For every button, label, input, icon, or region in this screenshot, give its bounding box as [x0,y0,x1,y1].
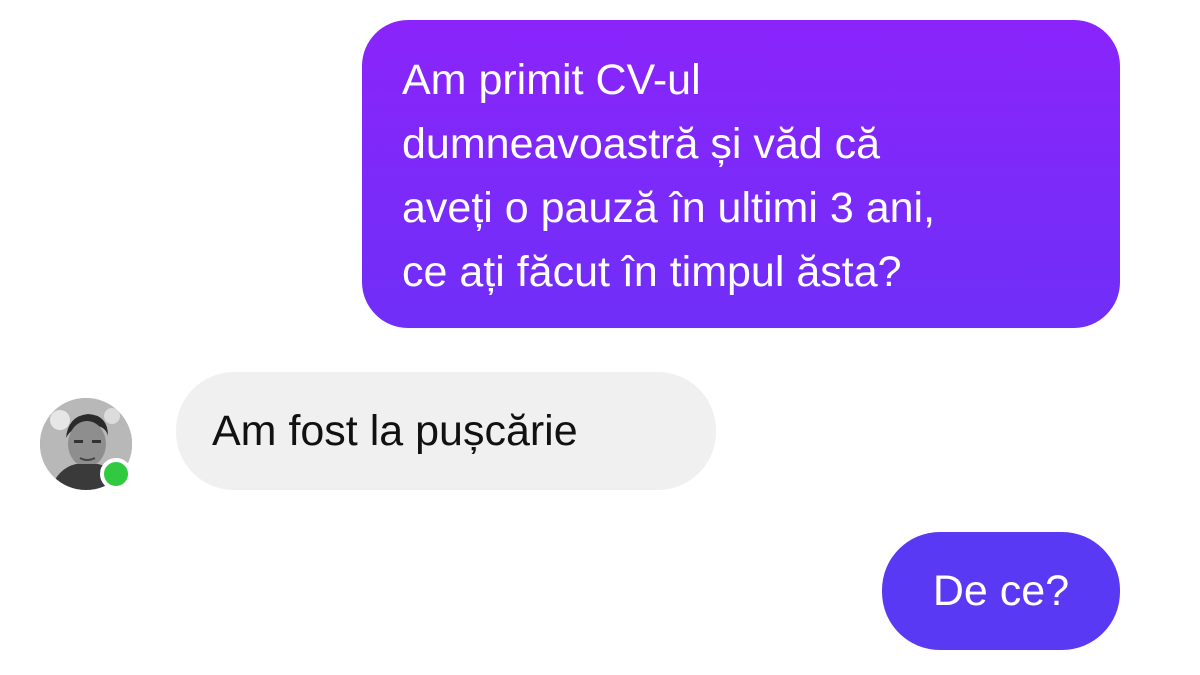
incoming-message[interactable]: Am fost la pușcărie [176,372,716,490]
message-line: aveți o pauză în ultimi 3 ani, [402,184,936,232]
outgoing-message[interactable]: Am primit CV-ul dumneavoastră și văd că … [362,20,1120,328]
message-line: Am primit CV-ul [402,56,701,104]
message-text: Am fost la pușcărie [212,407,578,455]
message-text: De ce? [932,567,1070,615]
chat-thread: Am primit CV-ul dumneavoastră și văd că … [0,0,1200,675]
message-line: dumneavoastră și văd că [402,120,881,168]
online-status-icon [100,458,132,490]
outgoing-message[interactable]: De ce? [882,532,1120,650]
message-line: ce ați făcut în timpul ăsta? [402,248,902,296]
contact-avatar[interactable] [40,398,132,490]
